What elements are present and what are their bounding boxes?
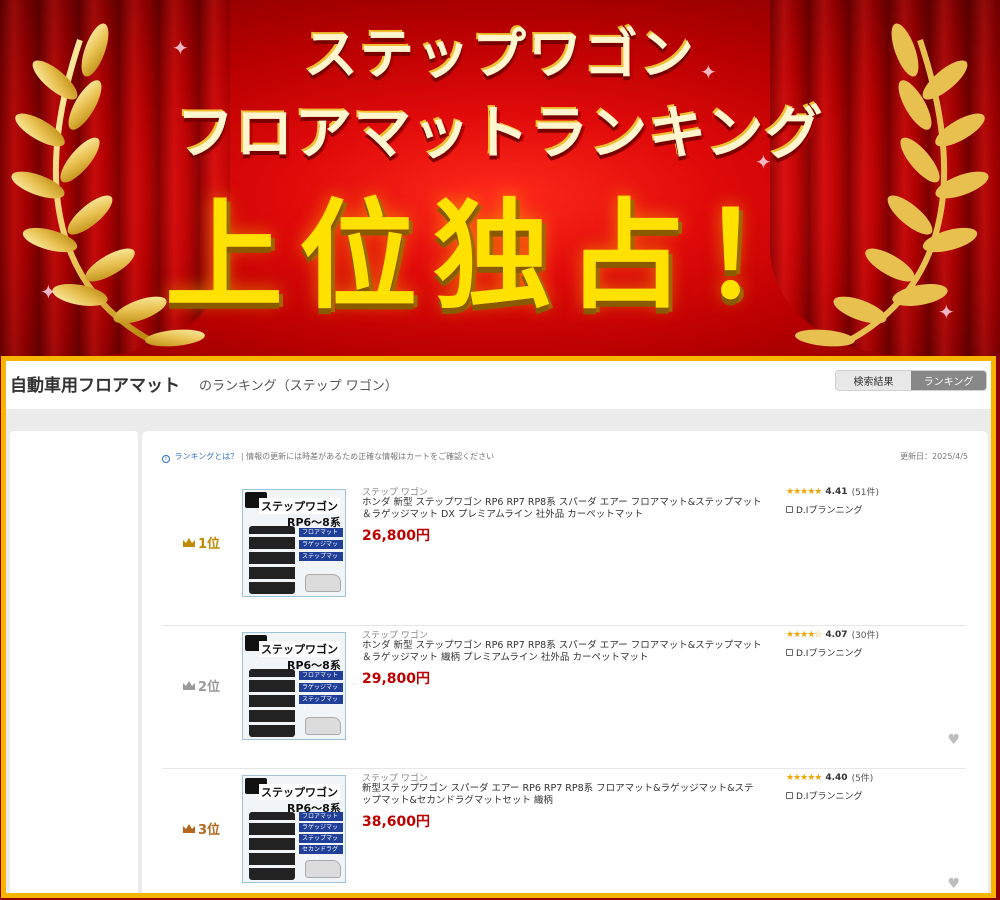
floor-mat-icon (249, 669, 295, 737)
rank-label: 1位 (182, 533, 220, 552)
product-thumbnail[interactable]: ステップワゴン RP6〜8系 フロアマット ラゲッジマット ステップマット (242, 632, 346, 740)
item-price: 26,800円 (362, 528, 431, 544)
promo-banner: ✦ ✦ ✦ ✦ ✦ ✦ ステップワゴン フロアマットランキング 上位独占！ (0, 0, 1000, 356)
product-thumbnail[interactable]: ステップワゴン RP6〜8系 フロアマット ラゲッジマット ステップマット セカ… (242, 775, 346, 883)
thumb-title: ステップワゴン (259, 641, 340, 657)
content-area: i ランキングとは？ | 情報の更新には時差があるため正確な情報はカートをご確認… (6, 409, 991, 893)
favorite-heart-icon[interactable]: ♥ (947, 876, 960, 892)
rating-stars-icon: ★★★★★ (786, 486, 822, 497)
rating-value: 4.07 (825, 629, 848, 640)
review-count: (30件) (851, 631, 880, 641)
review-count: (51件) (851, 488, 880, 498)
item-rating[interactable]: ★★★★☆ 4.07 (30件) (786, 628, 880, 642)
thumb-tag: ステップマット (299, 695, 343, 712)
item-rating[interactable]: ★★★★★ 4.40 (5件) (786, 771, 874, 785)
thumb-tag: フロアマット (299, 812, 343, 821)
shop-icon (786, 506, 793, 513)
panel-header: 自動車用フロアマット のランキング（ステップ ワゴン） 検索結果 ランキング (6, 361, 991, 409)
item-title-link[interactable]: ホンダ 新型 ステップワゴン RP6 RP7 RP8系 スパーダ エアー フロア… (362, 497, 762, 521)
shop-link[interactable]: D.Iプランニング (786, 646, 862, 659)
rating-value: 4.41 (825, 486, 848, 497)
banner-line-1: ステップワゴン (304, 23, 696, 86)
info-text: | 情報の更新には時差があるため正確な情報はカートをご確認ください (240, 452, 495, 461)
item-price: 29,800円 (362, 671, 431, 687)
banner-line-3: 上位独占！ (164, 187, 835, 325)
car-icon (305, 574, 341, 592)
item-title-link[interactable]: ホンダ 新型 ステップワゴン RP6 RP7 RP8系 スパーダ エアー フロア… (362, 640, 762, 664)
thumb-tag: セカンドラグマット (299, 845, 343, 862)
ranking-list: i ランキングとは？ | 情報の更新には時差があるため正確な情報はカートをご確認… (142, 431, 988, 893)
favorite-heart-icon[interactable]: ♥ (947, 732, 960, 748)
page-title: 自動車用フロアマット (10, 376, 180, 396)
shop-name: D.Iプランニング (796, 792, 863, 802)
shop-link[interactable]: D.Iプランニング (786, 789, 862, 802)
left-sidebar (10, 431, 138, 893)
thumb-tag: ラゲッジマット (299, 683, 343, 700)
car-icon (305, 717, 341, 735)
rank-label: 2位 (182, 676, 220, 695)
thumb-tag: ラゲッジマット (299, 823, 343, 840)
thumb-title: ステップワゴン (259, 784, 340, 800)
rating-stars-icon: ★★★★☆ (786, 629, 822, 640)
shop-icon (786, 792, 793, 799)
shop-link[interactable]: D.Iプランニング (786, 503, 862, 516)
page-subtitle: のランキング（ステップ ワゴン） (199, 379, 398, 394)
thumb-tag: ラゲッジマット (299, 540, 343, 557)
ranking-item[interactable]: 3位 ステップワゴン RP6〜8系 フロアマット ラゲッジマット ステップマット… (162, 769, 966, 893)
rating-stars-icon: ★★★★★ (786, 772, 822, 783)
ranking-item[interactable]: 1位 ステップワゴン RP6〜8系 フロアマット ラゲッジマット ステップマット… (162, 483, 966, 626)
shop-name: D.Iプランニング (796, 649, 863, 659)
thumb-tag: ステップマット (299, 552, 343, 569)
thumb-tag: ステップマット (299, 834, 343, 851)
info-icon: i (162, 455, 170, 463)
thumb-title: ステップワゴン (259, 498, 340, 514)
updated-date: 更新日：2025/4/5 (900, 452, 968, 461)
review-count: (5件) (851, 774, 874, 784)
ranking-help-link[interactable]: ランキングとは？ (175, 452, 239, 461)
item-price: 38,600円 (362, 814, 431, 830)
product-thumbnail[interactable]: ステップワゴン RP6〜8系 フロアマット ラゲッジマット ステップマット (242, 489, 346, 597)
tab-ranking[interactable]: ランキング (911, 371, 986, 390)
info-line: i ランキングとは？ | 情報の更新には時差があるため正確な情報はカートをご確認… (162, 451, 494, 463)
ranking-item[interactable]: 2位 ステップワゴン RP6〜8系 フロアマット ラゲッジマット ステップマット… (162, 626, 966, 769)
crown-icon (183, 538, 195, 547)
crown-icon (183, 824, 195, 833)
banner-line-2: フロアマットランキング (176, 99, 824, 167)
tab-search-results[interactable]: 検索結果 (836, 371, 911, 390)
ranking-panel: 自動車用フロアマット のランキング（ステップ ワゴン） 検索結果 ランキング i… (1, 356, 996, 898)
thumb-tag: フロアマット (299, 671, 343, 680)
rating-value: 4.40 (825, 772, 848, 783)
shop-icon (786, 649, 793, 656)
floor-mat-icon (249, 526, 295, 594)
thumb-tag: フロアマット (299, 528, 343, 537)
view-toggle: 検索結果 ランキング (835, 370, 987, 391)
floor-mat-icon (249, 812, 295, 880)
item-title-link[interactable]: 新型ステップワゴン スパーダ エアー RP6 RP7 RP8系 フロアマット&ラ… (362, 783, 762, 807)
car-icon (305, 860, 341, 878)
item-rating[interactable]: ★★★★★ 4.41 (51件) (786, 485, 880, 499)
shop-name: D.Iプランニング (796, 506, 863, 516)
crown-icon (183, 681, 195, 690)
rank-label: 3位 (182, 819, 220, 838)
